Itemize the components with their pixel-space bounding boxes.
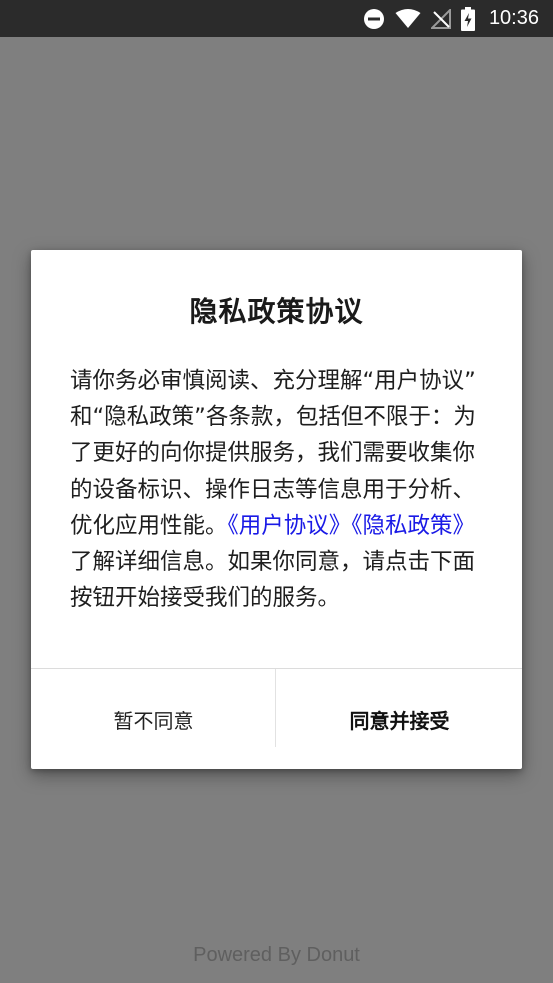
status-icons: 10:36 [363,0,539,37]
wifi-icon [395,8,421,29]
dialog-title: 隐私政策协议 [189,295,364,328]
decline-button[interactable]: 暂不同意 [31,669,276,769]
user-agreement-link[interactable]: 《用户协议》 [228,513,352,539]
privacy-policy-link[interactable]: 《隐私政策》 [351,513,475,539]
accept-button[interactable]: 同意并接受 [277,669,522,769]
do-not-disturb-icon [363,8,385,30]
status-bar: 10:36 [0,0,553,37]
powered-by-text: Powered By Donut [193,944,360,966]
battery-charging-icon [460,6,475,31]
status-time: 10:36 [488,7,539,29]
dialog-body-outro: 了解详细信息。如果你同意，请点击下面按钮开始接受我们的服务。 [70,549,476,612]
no-signal-icon [430,8,451,29]
dialog-body: 请你务必审慎阅读、充分理解“用户协议”和“隐私政策”各条款，包括但不限于：为了更… [70,363,478,616]
privacy-policy-dialog: 隐私政策协议 请你务必审慎阅读、充分理解“用户协议”和“隐私政策”各条款，包括但… [31,250,522,769]
